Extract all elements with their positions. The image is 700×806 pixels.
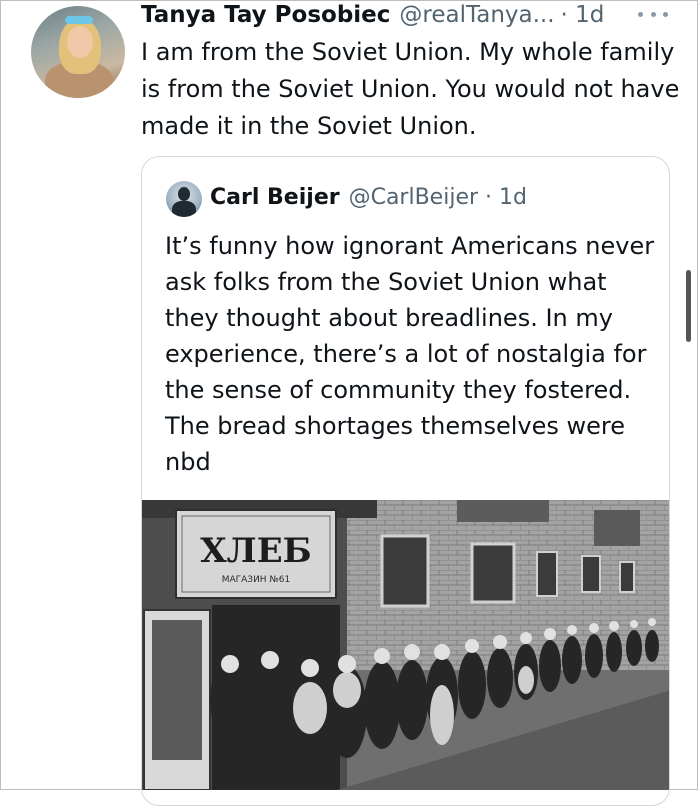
quoted-author-name[interactable]: Carl Beijer (210, 183, 340, 213)
tweet-text: I am from the Soviet Union. My whole fam… (141, 38, 680, 140)
scrollbar-thumb[interactable] (686, 270, 691, 342)
more-icon[interactable] (638, 10, 668, 18)
author-avatar[interactable] (31, 6, 125, 98)
quoted-tweet-card[interactable]: Carl Beijer @CarlBeijer · 1d It’s funny … (141, 156, 670, 806)
tweet-header: Tanya Tay Posobiec @realTanya... · 1d (141, 0, 604, 30)
quoted-tweet-header: Carl Beijer @CarlBeijer · 1d (210, 183, 527, 213)
shop-sign-sub: МАГАЗИН №61 (222, 575, 291, 585)
author-handle[interactable]: @realTanya... (399, 0, 554, 30)
tweet-time[interactable]: · 1d (561, 0, 605, 30)
shop-sign-main: ХЛЕБ (200, 531, 311, 571)
quoted-author-avatar[interactable] (166, 181, 202, 217)
quoted-author-handle-time[interactable]: @CarlBeijer · 1d (349, 183, 527, 213)
quoted-tweet-text: It’s funny how ignorant Americans never … (165, 232, 655, 476)
breadline-photo[interactable]: ХЛЕБ МАГАЗИН №61 (142, 500, 669, 790)
author-name[interactable]: Tanya Tay Posobiec (141, 0, 390, 30)
